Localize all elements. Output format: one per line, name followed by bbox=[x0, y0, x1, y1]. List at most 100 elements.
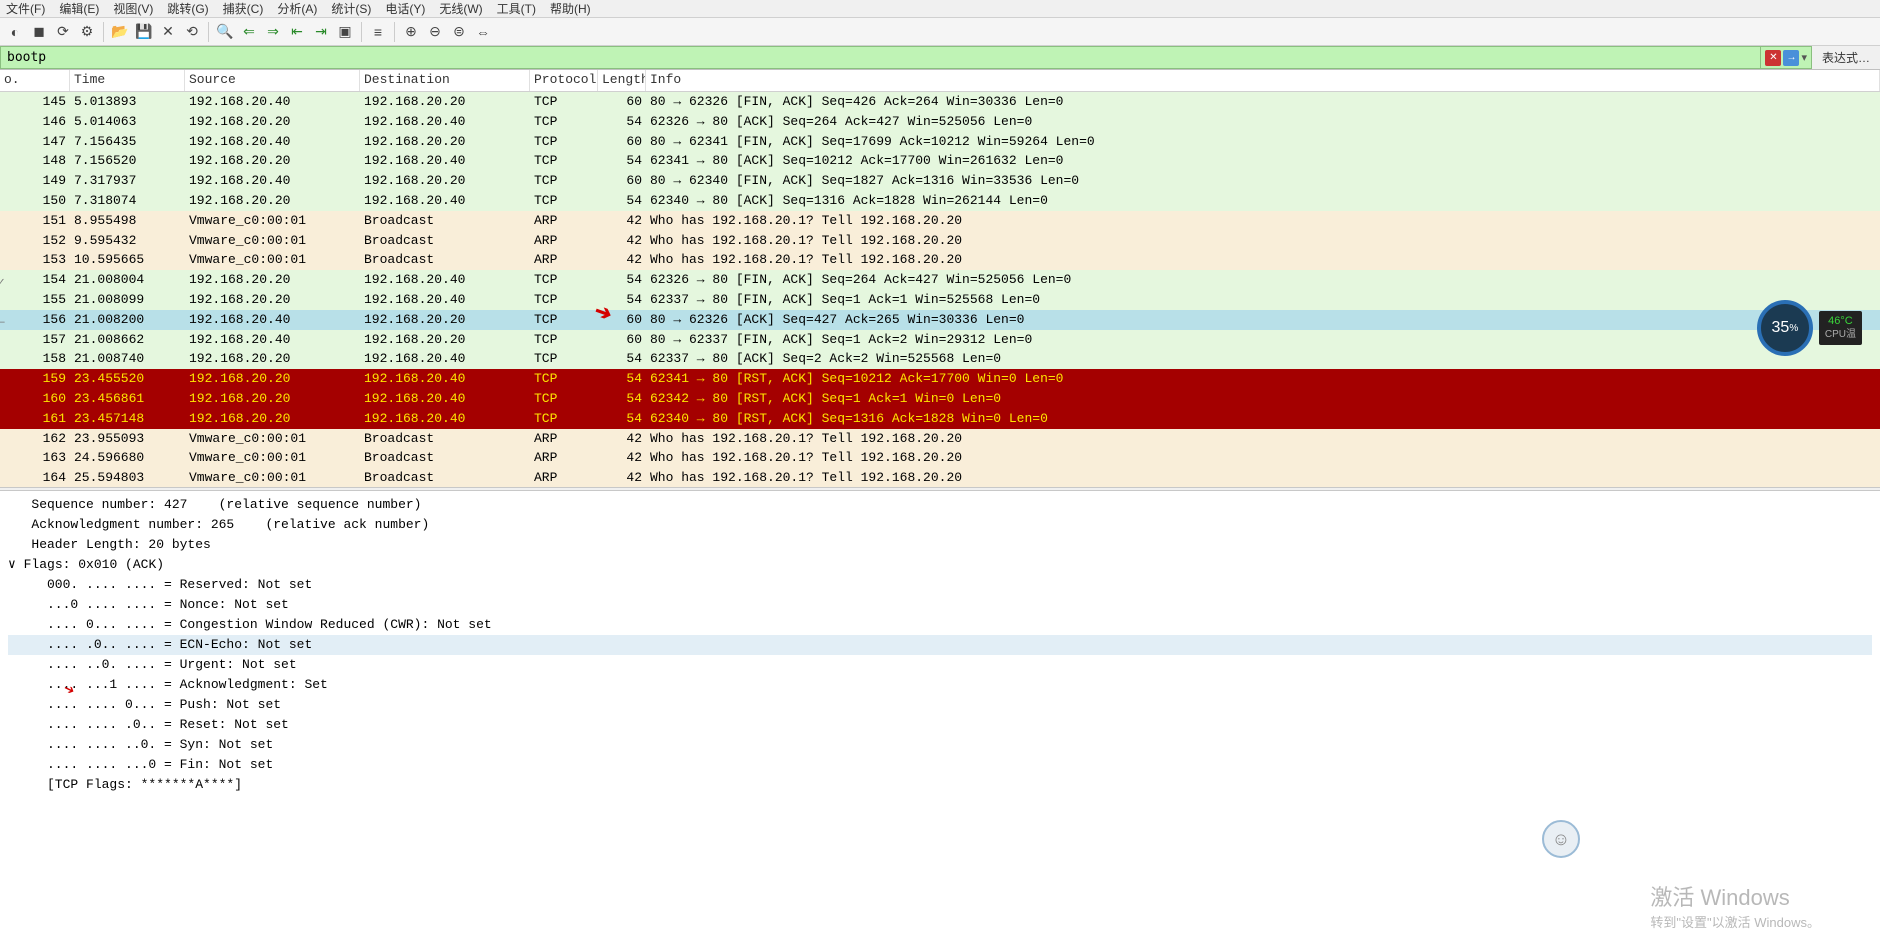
detail-line[interactable]: [TCP Flags: *******A****] bbox=[8, 775, 1872, 795]
filter-clear-icon[interactable]: ✕ bbox=[1765, 50, 1781, 66]
packet-row[interactable]: 1529.595432Vmware_c0:00:01BroadcastARP42… bbox=[0, 231, 1880, 251]
detail-line[interactable]: .... ...1 .... = Acknowledgment: Set➔ bbox=[8, 675, 1872, 695]
col-protocol[interactable]: Protocol bbox=[530, 70, 598, 91]
toolbar-prev-icon[interactable]: ⇐ bbox=[238, 21, 260, 43]
cell: Who has 192.168.20.1? Tell 192.168.20.20 bbox=[646, 448, 1880, 468]
menu-item[interactable]: 工具(T) bbox=[497, 0, 536, 17]
packet-row[interactable]: 16223.955093Vmware_c0:00:01BroadcastARP4… bbox=[0, 429, 1880, 449]
toolbar-open-icon[interactable]: 📂 bbox=[109, 21, 131, 43]
col-info[interactable]: Info bbox=[646, 70, 1880, 91]
packet-row[interactable]: 16023.456861192.168.20.20192.168.20.40TC… bbox=[0, 389, 1880, 409]
packet-row[interactable]: 15721.008662192.168.20.40192.168.20.20TC… bbox=[0, 330, 1880, 350]
filter-apply-icon[interactable]: → bbox=[1783, 50, 1799, 66]
cell: TCP bbox=[530, 92, 598, 112]
toolbar-zoom-in-icon[interactable]: ⊕ bbox=[400, 21, 422, 43]
expression-button[interactable]: 表达式… bbox=[1812, 46, 1880, 69]
toolbar-reload-icon[interactable]: ⟲ bbox=[181, 21, 203, 43]
toolbar-next-icon[interactable]: ⇒ bbox=[262, 21, 284, 43]
cell: 192.168.20.20 bbox=[360, 330, 530, 350]
detail-line[interactable]: ...0 .... .... = Nonce: Not set bbox=[8, 595, 1872, 615]
packet-row[interactable]: ✓15421.008004192.168.20.20192.168.20.40T… bbox=[0, 270, 1880, 290]
cell: TCP bbox=[530, 310, 598, 330]
toolbar-autoscroll-icon[interactable]: ▣ bbox=[334, 21, 356, 43]
packet-list[interactable]: 1455.013893192.168.20.40192.168.20.20TCP… bbox=[0, 92, 1880, 487]
detail-line[interactable]: .... .0.. .... = ECN-Echo: Not set bbox=[8, 635, 1872, 655]
cpu-temp-box: 46°C CPU温 bbox=[1819, 311, 1862, 345]
packet-row[interactable]: 15521.008099192.168.20.20192.168.20.40TC… bbox=[0, 290, 1880, 310]
cell: Who has 192.168.20.1? Tell 192.168.20.20 bbox=[646, 429, 1880, 449]
toolbar-separator bbox=[394, 22, 395, 42]
filter-dropdown-icon[interactable]: ▾ bbox=[1801, 51, 1807, 64]
cell: 54 bbox=[598, 270, 646, 290]
detail-expander-line[interactable]: ∨ Flags: 0x010 (ACK) bbox=[8, 555, 1872, 575]
assistant-icon[interactable]: ☺ bbox=[1542, 820, 1580, 858]
packet-row[interactable]: 16425.594803Vmware_c0:00:01BroadcastARP4… bbox=[0, 468, 1880, 487]
cell: 192.168.20.20 bbox=[185, 191, 360, 211]
detail-line[interactable]: Header Length: 20 bytes bbox=[8, 535, 1872, 555]
packet-row[interactable]: 1497.317937192.168.20.40192.168.20.20TCP… bbox=[0, 171, 1880, 191]
packet-details-pane[interactable]: Sequence number: 427 (relative sequence … bbox=[0, 491, 1880, 931]
menu-item[interactable]: 帮助(H) bbox=[550, 0, 591, 17]
toolbar-options-icon[interactable]: ⚙ bbox=[76, 21, 98, 43]
col-destination[interactable]: Destination bbox=[360, 70, 530, 91]
cell: 146 bbox=[0, 112, 70, 132]
cell: 23.455520 bbox=[70, 369, 185, 389]
menu-item[interactable]: 视图(V) bbox=[113, 0, 153, 17]
toolbar-jump-last-icon[interactable]: ⇥ bbox=[310, 21, 332, 43]
menu-item[interactable]: 跳转(G) bbox=[167, 0, 208, 17]
toolbar-start-icon[interactable]: ◐ bbox=[4, 21, 26, 43]
cell: Broadcast bbox=[360, 250, 530, 270]
packet-row[interactable]: 1465.014063192.168.20.20192.168.20.40TCP… bbox=[0, 112, 1880, 132]
packet-row[interactable]: 15310.595665Vmware_c0:00:01BroadcastARP4… bbox=[0, 250, 1880, 270]
cell: TCP bbox=[530, 151, 598, 171]
packet-row[interactable]: 1477.156435192.168.20.40192.168.20.20TCP… bbox=[0, 132, 1880, 152]
toolbar-close-icon[interactable]: ✕ bbox=[157, 21, 179, 43]
packet-row[interactable]: 1518.955498Vmware_c0:00:01BroadcastARP42… bbox=[0, 211, 1880, 231]
packet-row[interactable]: 1507.318074192.168.20.20192.168.20.40TCP… bbox=[0, 191, 1880, 211]
menu-item[interactable]: 无线(W) bbox=[439, 0, 482, 17]
toolbar-colorize-icon[interactable]: ≡ bbox=[367, 21, 389, 43]
menu-item[interactable]: 电话(Y) bbox=[385, 0, 425, 17]
detail-line[interactable]: .... 0... .... = Congestion Window Reduc… bbox=[8, 615, 1872, 635]
packet-row[interactable]: 16324.596680Vmware_c0:00:01BroadcastARP4… bbox=[0, 448, 1880, 468]
detail-line[interactable]: 000. .... .... = Reserved: Not set bbox=[8, 575, 1872, 595]
toolbar-stop-icon[interactable]: ◼ bbox=[28, 21, 50, 43]
toolbar-restart-icon[interactable]: ⟳ bbox=[52, 21, 74, 43]
detail-line[interactable]: .... .... 0... = Push: Not set bbox=[8, 695, 1872, 715]
packet-row[interactable]: 1455.013893192.168.20.40192.168.20.20TCP… bbox=[0, 92, 1880, 112]
cell: 192.168.20.40 bbox=[360, 290, 530, 310]
detail-line[interactable]: .... ..0. .... = Urgent: Not set bbox=[8, 655, 1872, 675]
menu-item[interactable]: 文件(F) bbox=[6, 0, 45, 17]
cell: 149 bbox=[0, 171, 70, 191]
col-length[interactable]: Length bbox=[598, 70, 646, 91]
cell: TCP bbox=[530, 132, 598, 152]
toolbar-zoom-out-icon[interactable]: ⊖ bbox=[424, 21, 446, 43]
col-source[interactable]: Source bbox=[185, 70, 360, 91]
detail-line[interactable]: .... .... ...0 = Fin: Not set bbox=[8, 755, 1872, 775]
toolbar-resize-cols-icon[interactable]: ⇔ bbox=[472, 21, 494, 43]
cell: TCP bbox=[530, 389, 598, 409]
toolbar-save-icon[interactable]: 💾 bbox=[133, 21, 155, 43]
menu-item[interactable]: 编辑(E) bbox=[59, 0, 99, 17]
menu-item[interactable]: 分析(A) bbox=[277, 0, 317, 17]
col-no[interactable]: o. bbox=[0, 70, 70, 91]
col-time[interactable]: Time bbox=[70, 70, 185, 91]
cell: 42 bbox=[598, 468, 646, 487]
packet-row[interactable]: 1487.156520192.168.20.20192.168.20.40TCP… bbox=[0, 151, 1880, 171]
detail-line[interactable]: .... .... ..0. = Syn: Not set bbox=[8, 735, 1872, 755]
detail-line[interactable]: Sequence number: 427 (relative sequence … bbox=[8, 495, 1872, 515]
cell: 5.014063 bbox=[70, 112, 185, 132]
menu-item[interactable]: 捕获(C) bbox=[223, 0, 264, 17]
toolbar-jump-first-icon[interactable]: ⇤ bbox=[286, 21, 308, 43]
packet-row[interactable]: —15621.008200192.168.20.40192.168.20.20T… bbox=[0, 310, 1880, 330]
packet-row[interactable]: 16123.457148192.168.20.20192.168.20.40TC… bbox=[0, 409, 1880, 429]
packet-row[interactable]: 15923.455520192.168.20.20192.168.20.40TC… bbox=[0, 369, 1880, 389]
toolbar-zoom-reset-icon[interactable]: ⊜ bbox=[448, 21, 470, 43]
menu-item[interactable]: 统计(S) bbox=[331, 0, 371, 17]
detail-line[interactable]: .... .... .0.. = Reset: Not set bbox=[8, 715, 1872, 735]
packet-row[interactable]: 15821.008740192.168.20.20192.168.20.40TC… bbox=[0, 349, 1880, 369]
cell: 150 bbox=[0, 191, 70, 211]
toolbar-find-icon[interactable]: 🔍 bbox=[214, 21, 236, 43]
display-filter-input[interactable] bbox=[0, 46, 1761, 69]
detail-line[interactable]: Acknowledgment number: 265 (relative ack… bbox=[8, 515, 1872, 535]
